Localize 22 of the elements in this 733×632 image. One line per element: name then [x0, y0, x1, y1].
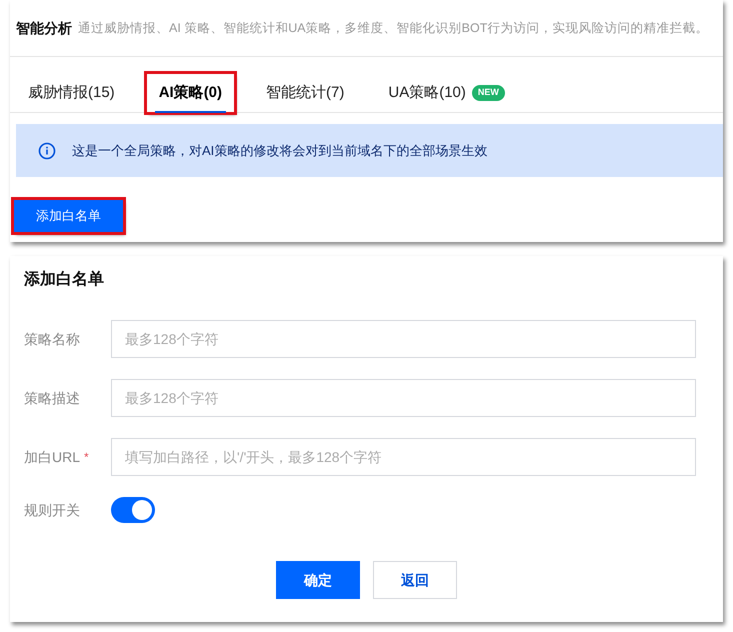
tab[interactable]: 智能统计(7)	[254, 74, 356, 112]
confirm-button[interactable]: 确定	[276, 561, 360, 599]
field-label: 规则开关	[24, 500, 80, 520]
new-badge: NEW	[472, 85, 505, 101]
section-description: 通过威胁情报、AI 策略、智能统计和UA策略，多维度、智能化识别BOT行为访问，实现风险访问的精准拦截。	[78, 20, 708, 37]
rule-switch[interactable]	[111, 497, 155, 523]
back-button[interactable]: 返回	[373, 561, 457, 599]
section-title: 智能分析	[16, 18, 72, 38]
text-field[interactable]: 最多128个字符	[111, 379, 696, 417]
tab[interactable]: AI策略(0)	[146, 74, 234, 112]
alert-text: 这是一个全局策略，对AI策略的修改将会对到当前域名下的全部场景生效	[72, 142, 488, 160]
text-field[interactable]: 最多128个字符	[111, 320, 696, 358]
required-mark: *	[84, 449, 89, 466]
field-label: 加白URL	[24, 448, 80, 466]
field-label: 策略名称	[24, 330, 80, 348]
add-whitelist-button[interactable]: 添加白名单	[14, 200, 123, 232]
info-icon	[38, 142, 56, 160]
tab[interactable]: UA策略(10) NEW	[376, 74, 517, 112]
field-label: 策略描述	[24, 388, 80, 408]
tab[interactable]: 威胁情报(15)	[16, 74, 127, 112]
text-field[interactable]: 填写加白路径，以'/'开头，最多128个字符	[111, 438, 696, 476]
dialog-title: 添加白名单	[24, 270, 105, 290]
